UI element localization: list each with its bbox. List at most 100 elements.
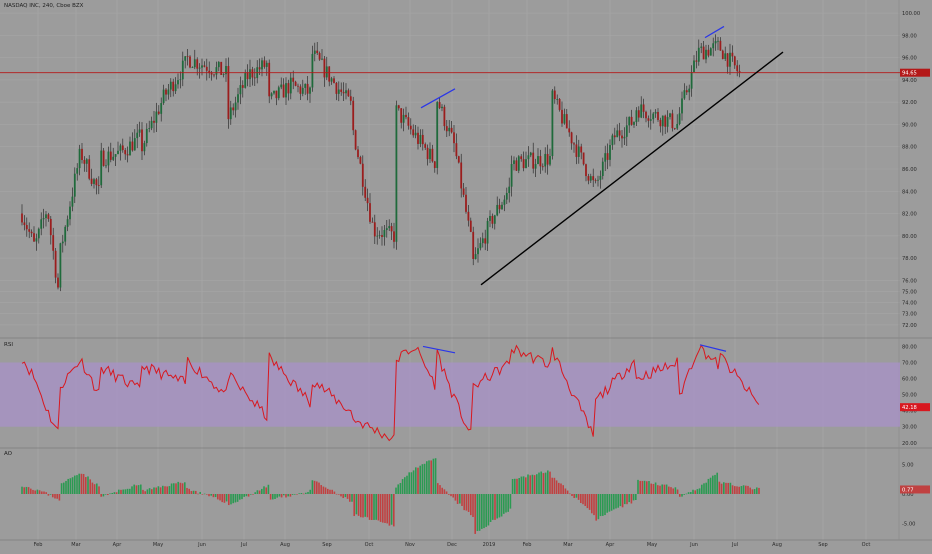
candle[interactable] <box>676 123 679 129</box>
candle[interactable] <box>37 228 40 239</box>
candle[interactable] <box>549 156 551 165</box>
candle[interactable] <box>685 90 688 93</box>
candle[interactable] <box>165 89 167 95</box>
candle[interactable] <box>738 71 741 73</box>
candle[interactable] <box>688 88 691 93</box>
candle[interactable] <box>479 243 482 249</box>
candle[interactable] <box>131 141 134 151</box>
candle[interactable] <box>587 176 590 181</box>
candle[interactable] <box>561 109 563 124</box>
candle[interactable] <box>311 53 314 88</box>
candle[interactable] <box>100 150 103 186</box>
candle[interactable] <box>532 152 535 169</box>
candle[interactable] <box>143 143 146 152</box>
candle[interactable] <box>580 146 583 153</box>
candle[interactable] <box>205 66 208 71</box>
candle[interactable] <box>573 143 575 145</box>
candle[interactable] <box>105 165 107 167</box>
candle[interactable] <box>57 277 59 288</box>
candle[interactable] <box>714 41 717 44</box>
candle[interactable] <box>601 161 604 176</box>
candle[interactable] <box>460 162 463 189</box>
candle[interactable] <box>664 115 667 127</box>
candle[interactable] <box>261 60 263 70</box>
candle[interactable] <box>563 114 566 124</box>
candle[interactable] <box>93 179 95 184</box>
candle[interactable] <box>630 116 633 125</box>
candle[interactable] <box>438 102 441 109</box>
candle[interactable] <box>366 197 369 204</box>
candle[interactable] <box>313 50 316 54</box>
candle[interactable] <box>119 145 122 151</box>
candle[interactable] <box>361 163 364 187</box>
candle[interactable] <box>174 84 177 92</box>
candle[interactable] <box>719 40 722 51</box>
candle[interactable] <box>724 53 727 60</box>
candle[interactable] <box>585 164 587 177</box>
candle[interactable] <box>633 122 635 125</box>
candle[interactable] <box>405 114 407 118</box>
candle[interactable] <box>330 78 333 82</box>
candle[interactable] <box>431 148 434 162</box>
candle[interactable] <box>33 233 35 242</box>
candle[interactable] <box>138 129 141 133</box>
candle[interactable] <box>637 110 640 118</box>
candle[interactable] <box>198 67 201 69</box>
candle[interactable] <box>505 193 508 200</box>
candle[interactable] <box>654 111 657 114</box>
candle[interactable] <box>71 196 74 207</box>
candle[interactable] <box>426 147 429 160</box>
candle[interactable] <box>565 114 568 129</box>
candle[interactable] <box>364 186 367 198</box>
candle[interactable] <box>69 206 71 220</box>
candle[interactable] <box>520 156 523 160</box>
candle[interactable] <box>544 153 547 167</box>
candle[interactable] <box>594 180 597 181</box>
candle[interactable] <box>409 125 412 130</box>
candle[interactable] <box>407 117 410 126</box>
candle[interactable] <box>726 53 729 67</box>
candle[interactable] <box>95 179 98 186</box>
candle[interactable] <box>81 148 83 160</box>
candle[interactable] <box>599 175 602 180</box>
candle[interactable] <box>390 226 393 232</box>
candle[interactable] <box>589 176 592 181</box>
candle[interactable] <box>477 248 479 255</box>
candle[interactable] <box>265 62 268 67</box>
candle[interactable] <box>136 132 139 139</box>
candle[interactable] <box>328 66 331 82</box>
candle[interactable] <box>217 61 220 68</box>
candle[interactable] <box>376 235 379 237</box>
candle[interactable] <box>66 219 69 227</box>
candle[interactable] <box>628 116 631 126</box>
candle[interactable] <box>606 153 609 160</box>
candle[interactable] <box>42 218 45 220</box>
candle[interactable] <box>457 156 460 163</box>
candle[interactable] <box>244 73 247 88</box>
candle[interactable] <box>222 74 225 75</box>
candle[interactable] <box>508 186 511 194</box>
candle[interactable] <box>186 56 189 58</box>
candle[interactable] <box>102 150 105 166</box>
candle[interactable] <box>117 150 119 155</box>
candle[interactable] <box>251 69 254 78</box>
candle[interactable] <box>354 130 357 150</box>
candle[interactable] <box>486 220 489 244</box>
candle[interactable] <box>369 203 371 222</box>
candle[interactable] <box>712 43 715 49</box>
candle[interactable] <box>193 59 196 68</box>
candle[interactable] <box>239 85 242 95</box>
candle[interactable] <box>59 243 62 288</box>
candle[interactable] <box>678 113 681 124</box>
candle[interactable] <box>697 47 700 62</box>
candle[interactable] <box>297 85 299 87</box>
candle[interactable] <box>517 156 520 171</box>
candle[interactable] <box>611 135 614 146</box>
candle[interactable] <box>201 65 203 68</box>
candle[interactable] <box>443 106 446 127</box>
candle[interactable] <box>474 254 477 259</box>
candle[interactable] <box>491 215 494 224</box>
candle[interactable] <box>287 83 290 94</box>
candle[interactable] <box>263 60 266 67</box>
candle[interactable] <box>321 58 323 60</box>
